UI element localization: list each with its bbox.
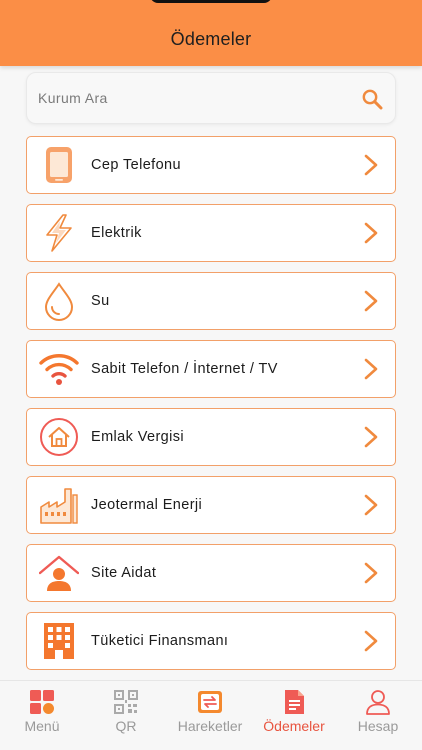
tab-label: Menü xyxy=(24,718,60,734)
category-label: Cep Telefonu xyxy=(91,157,181,173)
search-icon[interactable] xyxy=(360,87,384,111)
category-item-jeotermal-enerji[interactable]: Jeotermal Enerji xyxy=(26,476,396,534)
tab-hesap[interactable]: Hesap xyxy=(336,687,420,735)
category-item-elektrik[interactable]: Elektrik xyxy=(26,204,396,262)
category-item-site-aidat[interactable]: Site Aidat xyxy=(26,544,396,602)
category-list: Cep Telefonu Elektrik Su Sabit Telefon /… xyxy=(26,136,396,698)
lightning-icon xyxy=(46,214,72,252)
home-person-icon xyxy=(39,555,79,591)
user-icon xyxy=(366,690,390,715)
chevron-right-icon xyxy=(364,562,378,584)
document-icon xyxy=(285,690,304,714)
factory-icon xyxy=(40,488,78,524)
bottom-tab-bar: Menü QR Hareketler Ödemeler Hesap xyxy=(0,680,422,750)
tab-qr[interactable]: QR xyxy=(84,687,168,735)
search-input[interactable] xyxy=(38,73,338,123)
category-label: Emlak Vergisi xyxy=(91,429,185,445)
tab-label: Hesap xyxy=(357,718,399,734)
app-header: Ödemeler xyxy=(0,0,422,66)
tab-label: QR xyxy=(115,718,137,734)
category-item-emlak-vergisi[interactable]: Emlak Vergisi xyxy=(26,408,396,466)
category-label: Jeotermal Enerji xyxy=(91,497,203,513)
chevron-right-icon xyxy=(364,290,378,312)
mobile-phone-icon xyxy=(46,147,72,183)
wifi-icon xyxy=(39,354,79,385)
page-title: Ödemeler xyxy=(170,29,252,49)
category-label: Tüketici Finansmanı xyxy=(91,633,229,649)
category-item-sabit-telefon[interactable]: Sabit Telefon / İnternet / TV xyxy=(26,340,396,398)
tab-odemeler[interactable]: Ödemeler xyxy=(252,687,336,735)
building-icon xyxy=(44,623,74,659)
qr-code-icon xyxy=(114,690,138,714)
transactions-icon xyxy=(198,691,222,713)
category-label: Sabit Telefon / İnternet / TV xyxy=(91,361,278,377)
category-label: Site Aidat xyxy=(91,565,157,581)
grid-icon xyxy=(30,690,54,714)
tab-label: Hareketler xyxy=(177,718,243,734)
tab-menu[interactable]: Menü xyxy=(0,687,84,735)
chevron-right-icon xyxy=(364,630,378,652)
category-item-cep-telefonu[interactable]: Cep Telefonu xyxy=(26,136,396,194)
chevron-right-icon xyxy=(364,358,378,380)
category-label: Elektrik xyxy=(91,225,142,241)
tab-hareketler[interactable]: Hareketler xyxy=(168,687,252,735)
chevron-right-icon xyxy=(364,222,378,244)
chevron-right-icon xyxy=(364,494,378,516)
chevron-right-icon xyxy=(364,426,378,448)
water-drop-icon xyxy=(44,282,74,321)
chevron-right-icon xyxy=(364,154,378,176)
category-item-su[interactable]: Su xyxy=(26,272,396,330)
category-label: Su xyxy=(91,293,110,309)
category-item-tuketici-finansmani[interactable]: Tüketici Finansmanı xyxy=(26,612,396,670)
device-notch xyxy=(150,0,272,3)
search-bar[interactable] xyxy=(26,72,396,124)
tab-label: Ödemeler xyxy=(263,718,325,734)
house-icon xyxy=(40,418,78,456)
